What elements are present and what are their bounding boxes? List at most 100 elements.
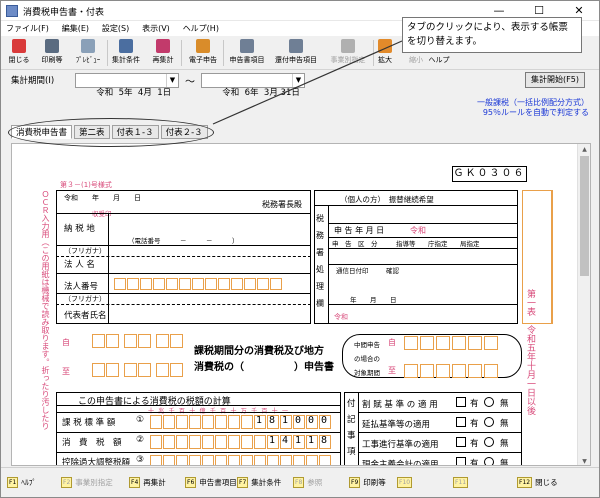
date-cell[interactable] xyxy=(156,363,169,377)
input-cell[interactable] xyxy=(218,278,230,290)
conditions-button[interactable]: 集計条件 xyxy=(109,38,143,68)
input-cell[interactable] xyxy=(484,364,498,378)
note-radio[interactable] xyxy=(484,457,494,465)
date-cell[interactable] xyxy=(92,334,105,348)
note-checkbox[interactable] xyxy=(456,457,466,465)
digit-cell[interactable] xyxy=(150,455,162,465)
digit-cell[interactable] xyxy=(254,455,266,465)
e-filing-button[interactable]: 電子申告 xyxy=(185,38,221,68)
scroll-thumb[interactable] xyxy=(580,156,589,276)
period-from-input[interactable]: 令和 5年 4月 1日 ▼ xyxy=(75,73,179,98)
fkey-f12[interactable]: F12 閉じる xyxy=(517,476,558,490)
digit-cell[interactable] xyxy=(189,415,201,429)
digit-cell[interactable] xyxy=(163,455,175,465)
close-button[interactable]: 閉じる xyxy=(5,38,33,68)
input-cell[interactable] xyxy=(179,278,191,290)
note-checkbox[interactable] xyxy=(456,417,466,427)
input-cell[interactable] xyxy=(127,278,139,290)
input-cell[interactable] xyxy=(436,336,450,350)
digit-cell[interactable] xyxy=(176,415,188,429)
input-cell[interactable] xyxy=(166,278,178,290)
input-cell[interactable] xyxy=(231,278,243,290)
note-radio[interactable] xyxy=(484,417,494,427)
input-cell[interactable] xyxy=(420,336,434,350)
input-cell[interactable] xyxy=(468,336,482,350)
digit-cell[interactable] xyxy=(202,435,214,449)
printer-button[interactable]: 印刷等 xyxy=(37,38,67,68)
input-cell[interactable] xyxy=(257,278,269,290)
digit-cell[interactable] xyxy=(163,415,175,429)
recalc-button[interactable]: 再集計 xyxy=(147,38,179,68)
date-cell[interactable] xyxy=(170,363,183,377)
input-cell[interactable] xyxy=(452,364,466,378)
digit-cell[interactable] xyxy=(150,435,162,449)
input-cell[interactable] xyxy=(404,364,418,378)
menu-file[interactable]: ファイル(F) xyxy=(1,21,54,36)
date-cell[interactable] xyxy=(124,334,137,348)
input-cell[interactable] xyxy=(404,336,418,350)
digit-cell[interactable] xyxy=(228,415,240,429)
digit-cell[interactable] xyxy=(293,455,305,465)
zoom-in-button[interactable]: 拡大 xyxy=(373,38,397,68)
digit-cell[interactable] xyxy=(280,455,292,465)
digit-cell[interactable] xyxy=(163,435,175,449)
start-calc-button[interactable]: 集計開始(F5) xyxy=(525,72,585,88)
digit-cell[interactable] xyxy=(202,455,214,465)
input-cell[interactable] xyxy=(270,278,282,290)
period-to-input[interactable]: 令和 6年 3月 31日 ▼ xyxy=(201,73,305,98)
chevron-down-icon[interactable]: ▼ xyxy=(166,74,178,87)
input-cell[interactable] xyxy=(153,278,165,290)
digit-cell[interactable] xyxy=(228,435,240,449)
input-cell[interactable] xyxy=(468,364,482,378)
digit-cell[interactable] xyxy=(319,455,331,465)
date-cell[interactable] xyxy=(106,363,119,377)
fkey-f1[interactable]: F1 ﾍﾙﾌﾟ xyxy=(7,476,36,490)
date-cell[interactable] xyxy=(156,334,169,348)
digit-cell[interactable] xyxy=(306,455,318,465)
digit-cell[interactable] xyxy=(215,455,227,465)
date-cell[interactable] xyxy=(170,334,183,348)
digit-cell[interactable] xyxy=(267,455,279,465)
fkey-f6[interactable]: F6 申告書項目 xyxy=(185,476,237,490)
menu-help[interactable]: ヘルプ(H) xyxy=(178,21,224,36)
menu-settings[interactable]: 設定(S) xyxy=(97,21,134,36)
input-cell[interactable] xyxy=(484,336,498,350)
scroll-down-icon[interactable]: ▼ xyxy=(578,456,590,465)
date-cell[interactable] xyxy=(124,363,137,377)
digit-cell[interactable] xyxy=(176,455,188,465)
date-cell[interactable] xyxy=(138,363,151,377)
form-items-button[interactable]: 申告書項目 xyxy=(227,38,267,68)
digit-cell[interactable] xyxy=(202,415,214,429)
fkey-f7[interactable]: F7 集計条件 xyxy=(237,476,281,490)
input-cell[interactable] xyxy=(420,364,434,378)
note-checkbox[interactable] xyxy=(456,397,466,407)
input-cell[interactable] xyxy=(452,336,466,350)
digit-cell[interactable] xyxy=(228,455,240,465)
note-checkbox[interactable] xyxy=(456,437,466,447)
digit-cell[interactable] xyxy=(189,435,201,449)
preview-button[interactable]: ﾌﾟﾚﾋﾞｭｰ xyxy=(71,38,105,68)
menu-edit[interactable]: 編集(E) xyxy=(57,21,94,36)
digit-cell[interactable] xyxy=(150,415,162,429)
input-cell[interactable] xyxy=(114,278,126,290)
digit-cell[interactable] xyxy=(241,415,253,429)
refund-items-button[interactable]: 還付申告項目 xyxy=(271,38,321,68)
chevron-down-icon[interactable]: ▼ xyxy=(292,74,304,87)
fkey-f4[interactable]: F4 再集計 xyxy=(129,476,166,490)
input-cell[interactable] xyxy=(140,278,152,290)
date-cell[interactable] xyxy=(92,363,105,377)
digit-cell[interactable] xyxy=(215,435,227,449)
menu-view[interactable]: 表示(V) xyxy=(137,21,175,36)
vertical-scrollbar[interactable]: ▲ ▼ xyxy=(577,144,590,465)
digit-cell[interactable] xyxy=(254,435,266,449)
scroll-up-icon[interactable]: ▲ xyxy=(578,144,590,155)
fkey-f9[interactable]: F9 印刷等 xyxy=(349,476,386,490)
note-radio[interactable] xyxy=(484,397,494,407)
digit-cell[interactable] xyxy=(189,455,201,465)
input-cell[interactable] xyxy=(244,278,256,290)
note-radio[interactable] xyxy=(484,437,494,447)
input-cell[interactable] xyxy=(192,278,204,290)
input-cell[interactable] xyxy=(436,364,450,378)
digit-cell[interactable] xyxy=(241,455,253,465)
digit-cell[interactable] xyxy=(176,435,188,449)
